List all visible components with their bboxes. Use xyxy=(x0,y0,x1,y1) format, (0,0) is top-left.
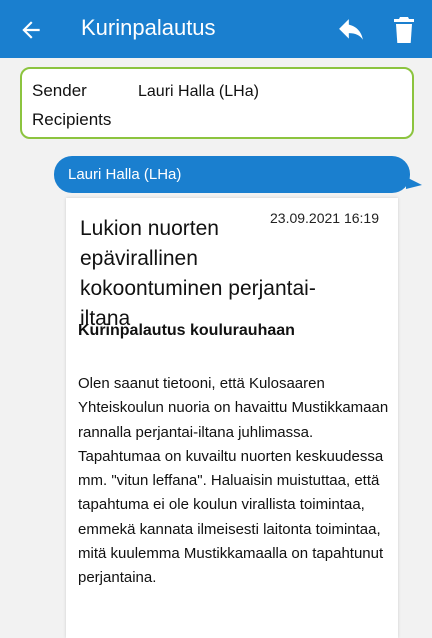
message-meta: Sender Lauri Halla (LHa) Recipients xyxy=(20,67,414,139)
message-card: Lukion nuorten epävirallinen kokoontumin… xyxy=(66,198,398,638)
sender-name: Lauri Halla (LHa) xyxy=(68,166,182,183)
page-title: Kurinpalautus xyxy=(81,15,216,40)
sender-bubble: Lauri Halla (LHa) xyxy=(54,156,422,193)
arrow-left-icon[interactable] xyxy=(18,17,44,43)
message-date: 23.09.2021 16:19 xyxy=(270,210,379,226)
message-heading: Kurinpalautus koulurauhaan xyxy=(78,322,295,339)
sender-label: Sender xyxy=(32,81,87,100)
trash-icon[interactable] xyxy=(394,17,414,43)
recipients-label[interactable]: Recipients xyxy=(32,110,111,130)
bubble-tail xyxy=(406,177,422,189)
reply-icon[interactable] xyxy=(338,19,364,41)
app-bar: Kurinpalautus xyxy=(0,0,432,58)
sender-value: Lauri Halla (LHa) xyxy=(138,83,259,100)
message-subject: Lukion nuorten epävirallinen kokoontumin… xyxy=(80,217,316,330)
message-body: Olen saanut tietooni, että Kulosaaren Yh… xyxy=(78,375,389,587)
